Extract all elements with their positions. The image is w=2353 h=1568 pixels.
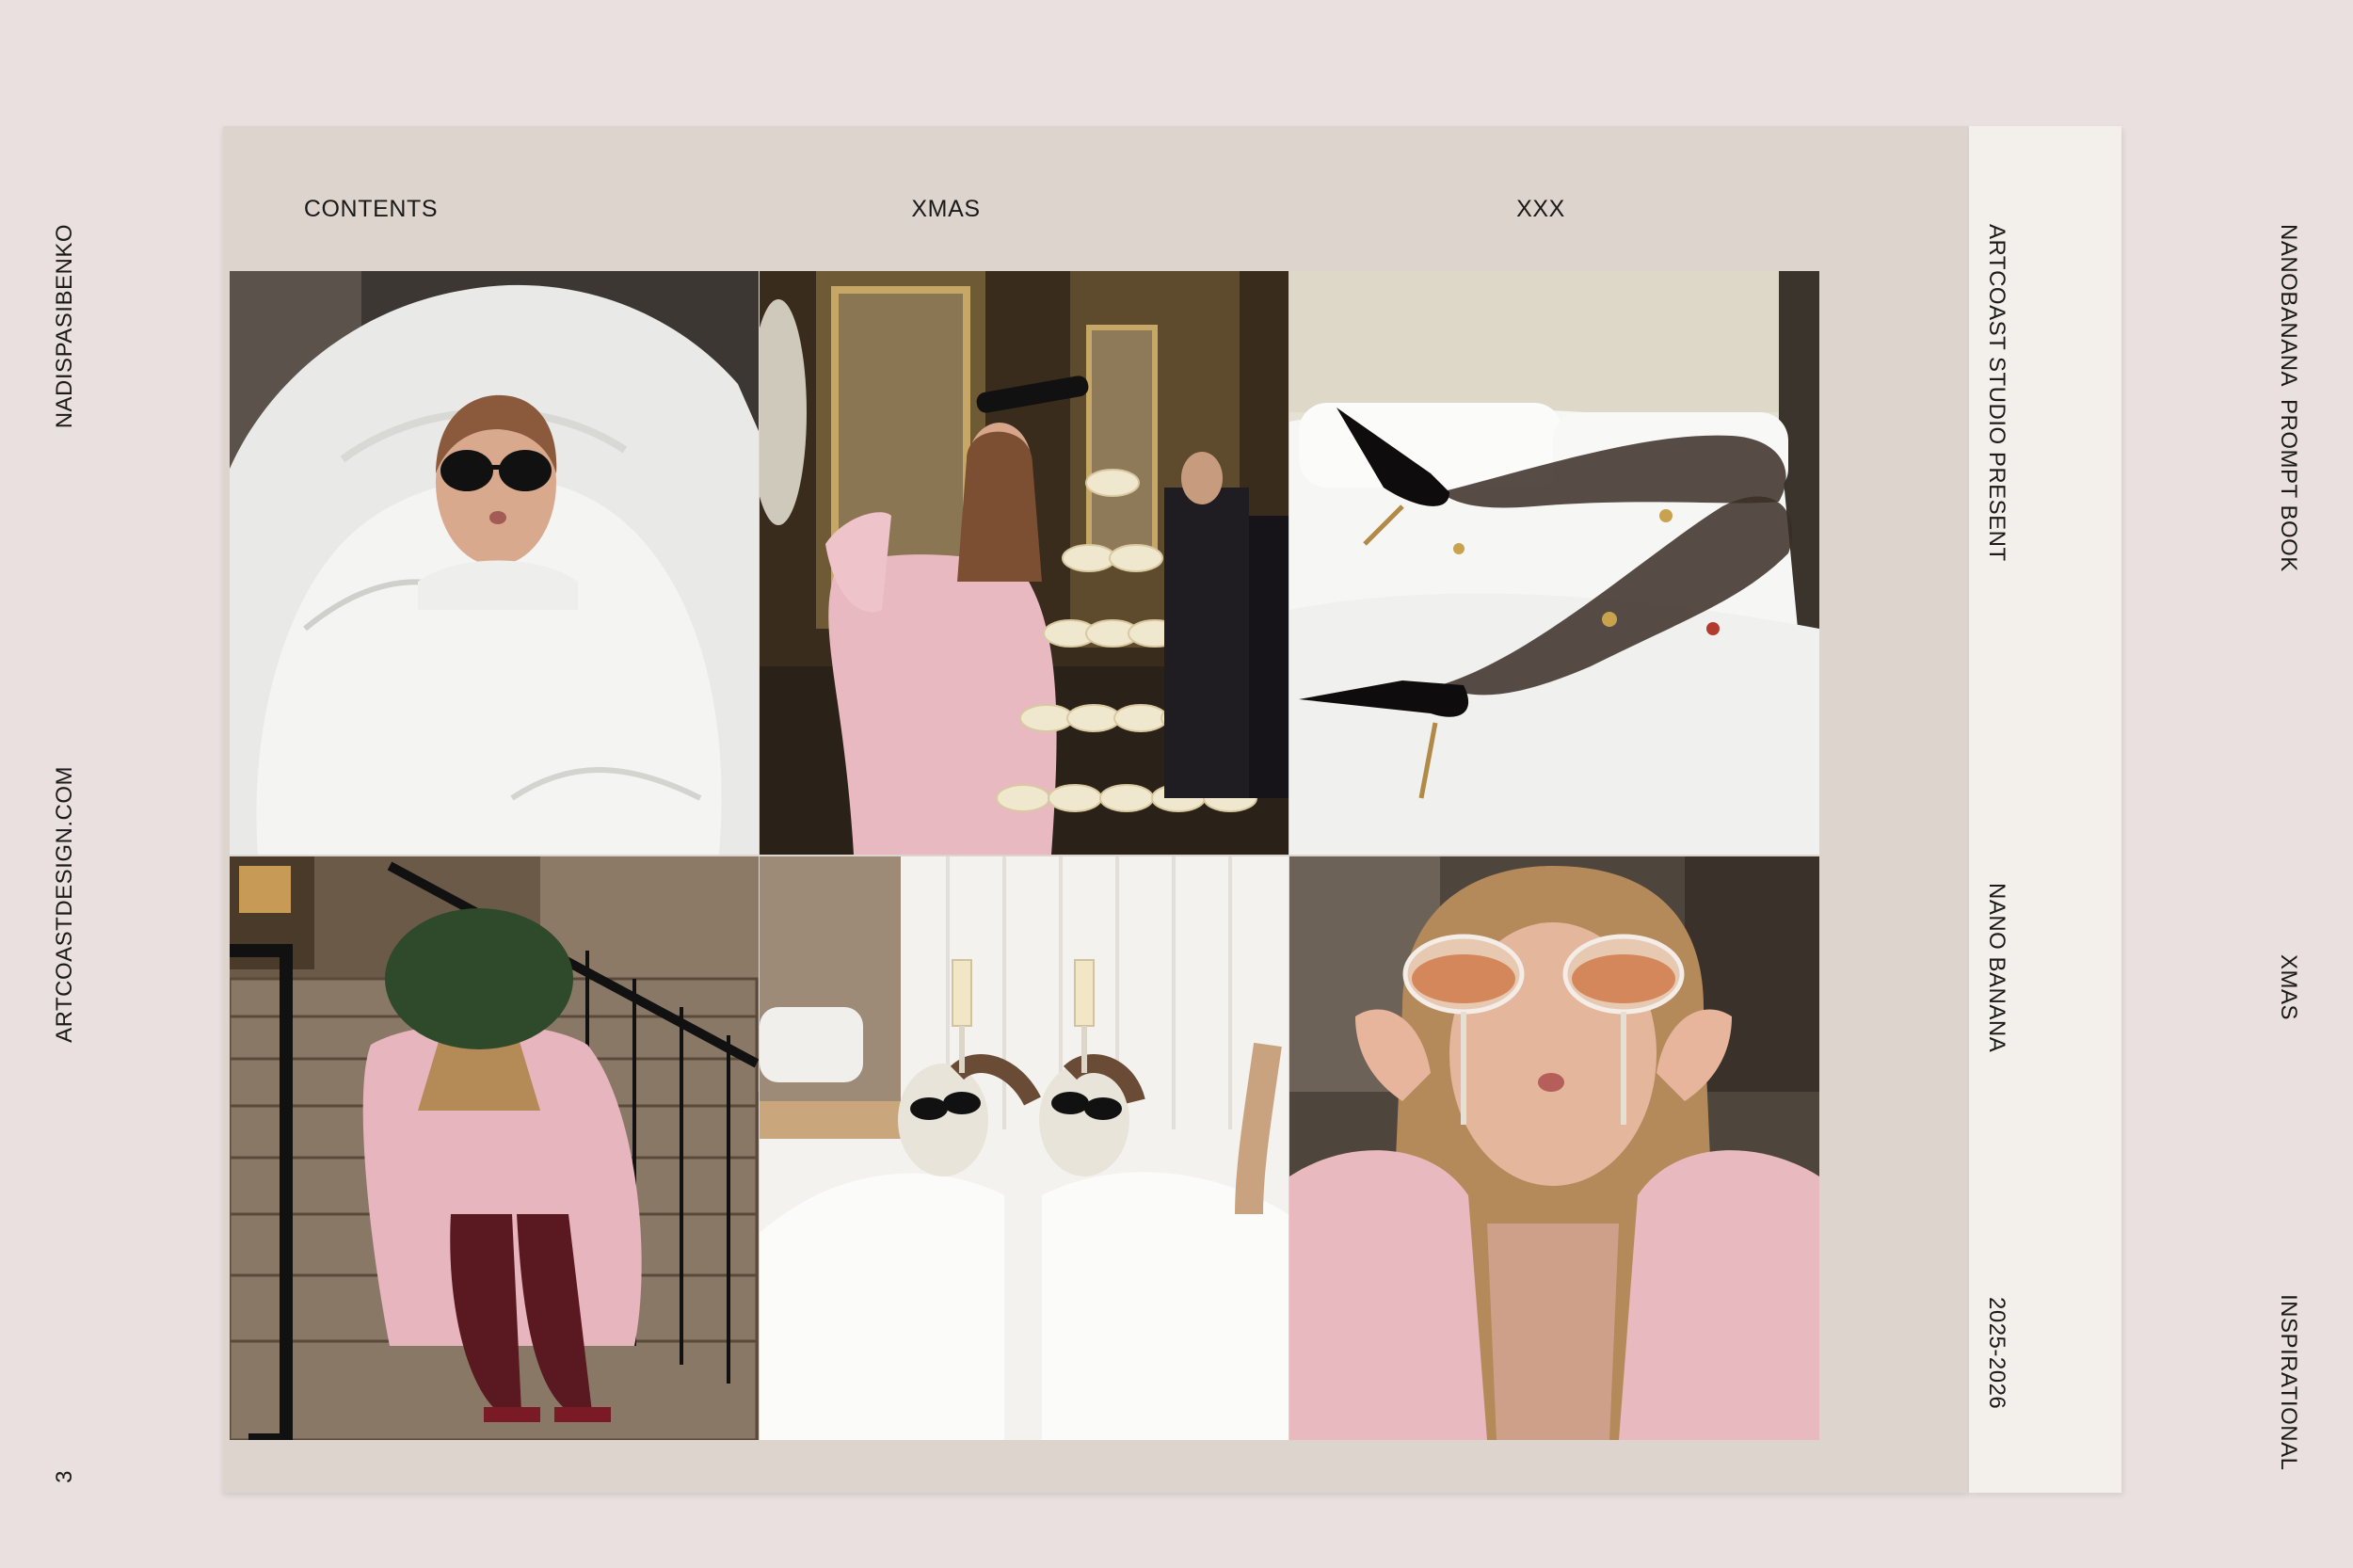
duvet-image bbox=[230, 271, 759, 855]
years-label: 2025-2026 bbox=[1984, 1297, 2009, 1410]
nav-xmas[interactable]: XMAS bbox=[911, 196, 980, 223]
product-label: NANO BANANA bbox=[1984, 883, 2009, 1053]
photo-grid bbox=[230, 271, 1819, 1440]
category-label: INSPIRATIONAL bbox=[2276, 1294, 2301, 1471]
presenter-label: ARTCOAST STUDIO PRESENT bbox=[1984, 224, 2009, 562]
photo-face-masks[interactable] bbox=[760, 856, 1289, 1440]
stairs-image bbox=[230, 856, 759, 1440]
photo-heels-bed[interactable] bbox=[1289, 271, 1819, 855]
champagne-image bbox=[760, 271, 1289, 855]
website-url[interactable]: ARTCOASTDESIGN.COM bbox=[52, 766, 78, 1043]
nav-contents[interactable]: CONTENTS bbox=[304, 196, 438, 223]
photo-duvet[interactable] bbox=[230, 271, 759, 855]
page-number: 3 bbox=[52, 1470, 77, 1483]
book-title: NANOBANANA PROMPT BOOK bbox=[2276, 224, 2301, 572]
nav-xxx[interactable]: XXX bbox=[1516, 196, 1565, 223]
section-label[interactable]: XMAS bbox=[2275, 954, 2301, 1020]
photo-champagne-tower[interactable] bbox=[760, 271, 1289, 855]
two-glasses-image bbox=[1289, 856, 1819, 1440]
author-name: NADISPASIBENKO bbox=[52, 224, 77, 429]
face-masks-image bbox=[760, 856, 1289, 1440]
heels-image bbox=[1289, 271, 1819, 855]
photo-two-glasses[interactable] bbox=[1289, 856, 1819, 1440]
photo-stairs-tree[interactable] bbox=[230, 856, 759, 1440]
